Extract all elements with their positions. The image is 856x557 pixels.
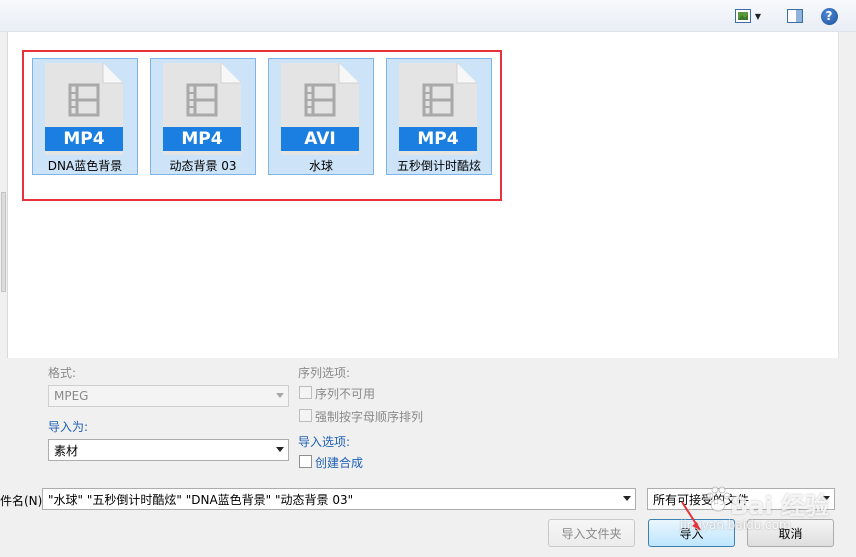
splitter-grip[interactable] <box>1 192 6 292</box>
file-item[interactable]: AVI 水球 <box>268 58 374 175</box>
format-select[interactable]: MPEG <box>48 385 289 407</box>
file-type-badge: MP4 <box>63 129 105 149</box>
file-name: 五秒倒计时酷炫 <box>396 159 481 173</box>
force-alpha-checkbox[interactable] <box>299 409 312 422</box>
import-options-label: 导入选项: <box>298 435 351 449</box>
import-as-select-value: 素材 <box>54 443 79 458</box>
video-file-icon: AVI <box>281 63 359 155</box>
view-icon <box>734 9 751 23</box>
chevron-down-icon <box>822 496 830 501</box>
create-composition-label: 创建合成 <box>315 456 364 470</box>
mouse-cursor-icon <box>681 501 701 531</box>
import-as-select[interactable]: 素材 <box>48 439 289 461</box>
help-button[interactable]: ? <box>818 6 840 26</box>
import-options-panel: 格式: MPEG 导入为: 素材 序列选项: 序列不可用 强制按字母顺序排列 导… <box>0 358 856 557</box>
file-list[interactable]: MP4 DNA蓝色背景 MP4 动态背景 03 AVI 水球 MP4 五秒倒计时酷炫 <box>8 32 838 358</box>
sequence-checkbox-label: 序列不可用 <box>315 387 376 401</box>
nav-pane-splitter[interactable] <box>0 32 8 358</box>
chevron-down-icon: ▼ <box>754 11 762 21</box>
import-folder-button[interactable]: 导入文件夹 <box>548 519 635 547</box>
filename-label: 件名(N): <box>0 494 47 508</box>
help-icon: ? <box>820 7 838 25</box>
import-as-label: 导入为: <box>48 420 89 434</box>
create-composition-checkbox[interactable] <box>299 455 312 468</box>
file-item[interactable]: MP4 DNA蓝色背景 <box>32 58 138 175</box>
file-name: 水球 <box>308 159 333 173</box>
cancel-button[interactable]: 取消 <box>747 519 834 547</box>
file-item[interactable]: MP4 动态背景 03 <box>150 58 256 175</box>
chevron-down-icon <box>623 496 631 501</box>
file-name: DNA蓝色背景 <box>47 159 123 173</box>
sequence-options-label: 序列选项: <box>298 366 351 380</box>
force-alpha-label: 强制按字母顺序排列 <box>315 410 424 424</box>
file-type-badge: MP4 <box>417 129 459 149</box>
preview-pane-icon <box>787 9 803 23</box>
vertical-scrollbar[interactable] <box>838 32 856 358</box>
sequence-checkbox[interactable] <box>299 386 312 399</box>
video-file-icon: MP4 <box>163 63 241 155</box>
selection-highlight-frame: MP4 DNA蓝色背景 MP4 动态背景 03 AVI 水球 MP4 五秒倒计时酷炫 <box>22 50 502 201</box>
filename-input-value: "水球" "五秒倒计时酷炫" "DNA蓝色背景" "动态背景 03" <box>48 492 354 507</box>
filename-input[interactable]: "水球" "五秒倒计时酷炫" "DNA蓝色背景" "动态背景 03" <box>42 488 636 510</box>
format-select-value: MPEG <box>54 389 89 403</box>
video-file-icon: MP4 <box>45 63 123 155</box>
change-view-button[interactable]: ▼ <box>728 6 768 26</box>
file-type-badge: AVI <box>304 129 336 149</box>
file-item[interactable]: MP4 五秒倒计时酷炫 <box>386 58 492 175</box>
format-label: 格式: <box>48 366 77 380</box>
file-type-filter[interactable]: 所有可接受的文件 <box>647 488 835 510</box>
preview-pane-button[interactable] <box>784 6 806 26</box>
chevron-down-icon <box>276 393 284 398</box>
toolbar: ▼ ? <box>0 0 856 32</box>
chevron-down-icon <box>276 447 284 452</box>
video-file-icon: MP4 <box>399 63 477 155</box>
file-type-badge: MP4 <box>181 129 223 149</box>
file-name: 动态背景 03 <box>169 159 237 173</box>
